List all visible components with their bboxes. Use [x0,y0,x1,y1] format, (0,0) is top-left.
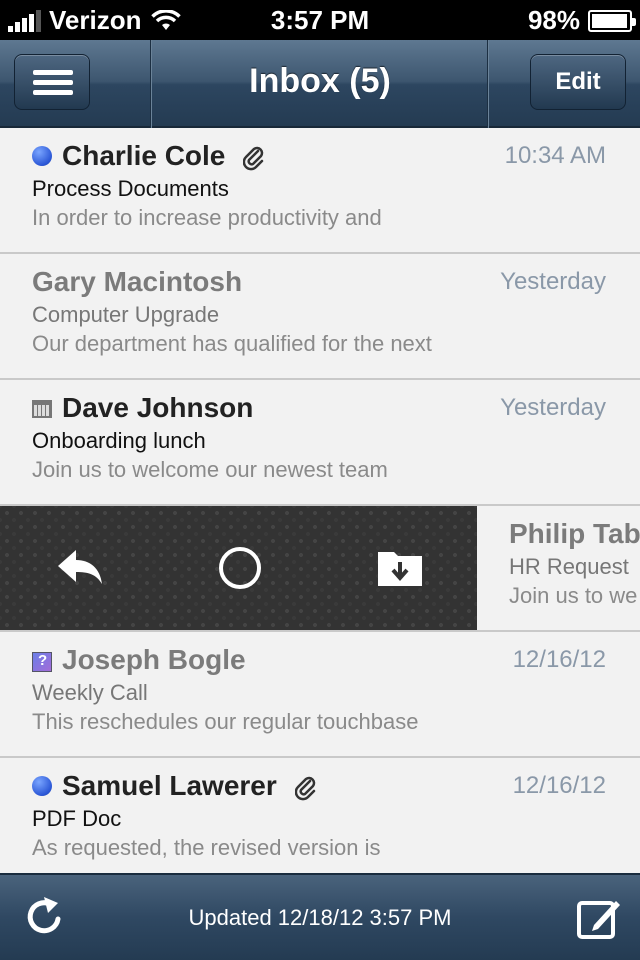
message-subject: HR Request [509,554,629,579]
calendar-icon [32,400,52,418]
sender-name: Joseph Bogle [62,644,246,675]
message-list: Charlie Cole Process Documents In order … [0,128,640,873]
list-item[interactable]: Charlie Cole Process Documents In order … [0,128,640,254]
nav-bar: Inbox (5) Edit [0,40,640,128]
message-time: 12/16/12 [512,646,606,673]
message-preview: Join us to welcome our newest team [32,457,388,482]
message-subject: Computer Upgrade [32,302,220,327]
list-item[interactable]: Samuel Lawerer PDF Doc As requested, the… [0,758,640,873]
hamburger-icon [33,70,73,75]
sender-name: Dave Johnson [62,392,254,423]
list-item[interactable]: Gary Macintosh Computer Upgrade Our depa… [0,254,640,380]
page-title: Inbox (5) [249,62,391,100]
message-preview: In order to increase productivity and [32,205,382,230]
message-subject: PDF Doc [32,806,122,831]
message-subject: Process Documents [32,176,229,201]
list-item[interactable]: Dave Johnson Onboarding lunch Join us to… [0,380,640,506]
bottom-toolbar: Updated 12/18/12 3:57 PM [0,873,640,960]
meeting-request-icon [32,652,52,672]
nav-divider [487,40,489,128]
sender-name: Charlie Cole [62,140,265,172]
message-time: 12/16/12 [512,772,606,799]
message-preview: As requested, the revised version is [32,835,381,860]
list-item[interactable]: Joseph Bogle Weekly Call This reschedule… [0,632,640,758]
message-time: 10:34 AM [504,142,606,169]
message-preview: Join us to we [509,583,638,608]
swipe-actions [0,506,477,630]
message-time: Yesterday [500,394,606,421]
status-right: 98% [527,5,636,36]
unread-dot-icon [32,146,52,166]
sender-name: Philip Tab [509,518,640,549]
status-bar: Verizon 3:57 PM 98% [0,0,640,40]
message-subject: Weekly Call [32,680,148,705]
message-preview: This reschedules our regular touchbase [32,709,419,734]
swiped-message-content: Philip Tab HR Request Join us to we [477,506,640,630]
mark-circle-icon[interactable] [214,542,266,594]
message-time: Yesterday [500,268,606,295]
unread-dot-icon [32,776,52,796]
paperclip-icon [243,146,264,170]
message-preview: Our department has qualified for the nex… [32,331,432,356]
battery-percent: 98% [527,5,580,35]
message-subject: Onboarding lunch [32,428,206,453]
updated-timestamp: Updated 12/18/12 3:57 PM [188,905,452,930]
swiped-list-item[interactable]: Philip Tab HR Request Join us to we [0,506,640,632]
reply-icon[interactable] [54,542,106,594]
sender-name: Samuel Lawerer [62,770,317,802]
sender-name: Gary Macintosh [32,266,243,297]
menu-button[interactable] [14,54,90,110]
battery-icon [588,9,636,32]
edit-button[interactable]: Edit [530,54,626,110]
paperclip-icon [294,776,315,800]
archive-folder-icon[interactable] [374,542,426,594]
compose-icon[interactable] [576,895,622,941]
